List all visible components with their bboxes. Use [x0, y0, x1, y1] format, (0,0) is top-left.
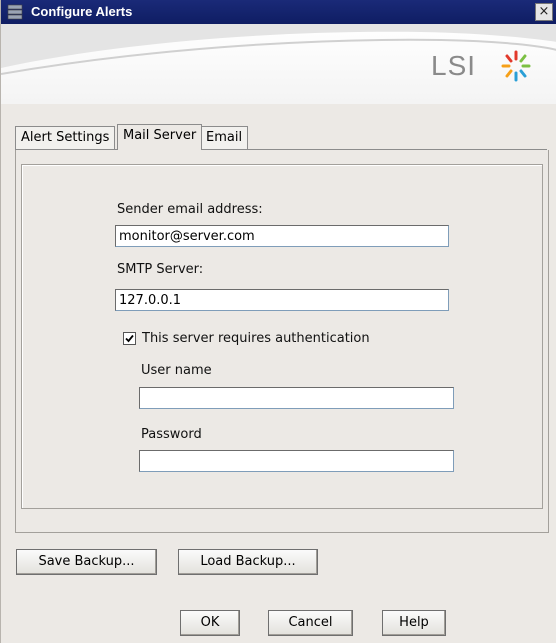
- cancel-button[interactable]: Cancel: [268, 610, 353, 636]
- close-icon: ×: [538, 4, 550, 19]
- tab-email[interactable]: Email: [200, 126, 249, 149]
- configure-alerts-dialog: Configure Alerts × LSI Alert Settings Ma…: [0, 0, 556, 643]
- lsi-logo-text: LSI: [431, 50, 477, 81]
- lsi-starburst-icon: [501, 50, 531, 82]
- window-title: Configure Alerts: [31, 4, 133, 19]
- tab-alert-settings[interactable]: Alert Settings: [15, 126, 116, 149]
- sender-email-label: Sender email address:: [117, 202, 263, 217]
- checkmark-icon: [125, 334, 134, 343]
- help-button[interactable]: Help: [382, 610, 446, 636]
- sender-email-field[interactable]: monitor@server.com: [115, 225, 449, 247]
- tab-strip-divider: [15, 149, 547, 150]
- close-button[interactable]: ×: [535, 3, 553, 21]
- username-label: User name: [141, 363, 212, 378]
- smtp-server-label: SMTP Server:: [117, 262, 204, 277]
- tab-mail-server[interactable]: Mail Server: [117, 124, 203, 150]
- header-banner: LSI: [1, 24, 556, 104]
- password-label: Password: [141, 427, 202, 442]
- auth-required-label[interactable]: This server requires authentication: [142, 331, 370, 346]
- auth-required-checkbox[interactable]: [123, 332, 136, 345]
- ok-button[interactable]: OK: [180, 610, 240, 636]
- password-field[interactable]: [139, 450, 454, 472]
- load-backup-button[interactable]: Load Backup...: [178, 549, 318, 575]
- title-bar[interactable]: Configure Alerts ×: [1, 0, 556, 24]
- save-backup-button[interactable]: Save Backup...: [16, 549, 157, 575]
- app-icon: [7, 4, 23, 20]
- username-field[interactable]: [139, 387, 454, 409]
- smtp-server-field[interactable]: 127.0.0.1: [115, 289, 449, 311]
